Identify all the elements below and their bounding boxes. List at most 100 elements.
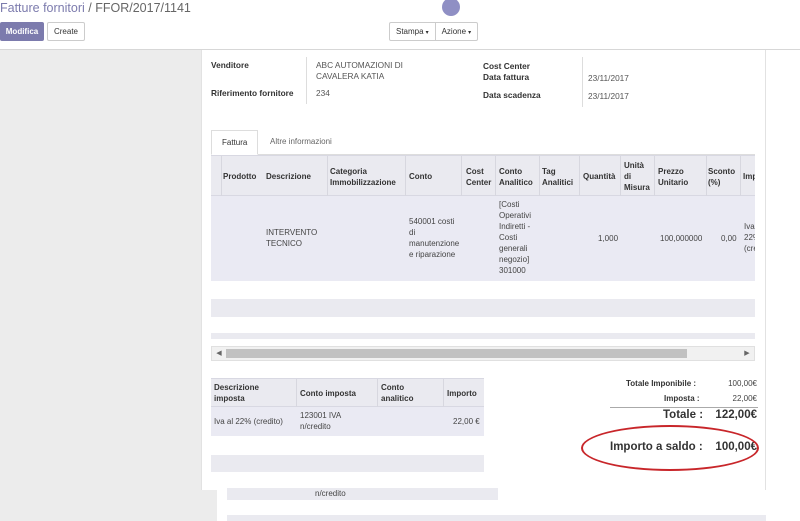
- breadcrumb-parent-link[interactable]: Fatture fornitori: [0, 1, 85, 15]
- scroll-left-arrow-icon[interactable]: ◀: [212, 347, 226, 360]
- column-header-uom-line1[interactable]: Unità: [624, 160, 644, 171]
- tax-cell-description: Iva al 22% (credito): [214, 417, 283, 426]
- invoice-date-label: Data fattura: [483, 72, 530, 82]
- column-header-cost-center-line2[interactable]: Center: [466, 177, 491, 188]
- breadcrumb: Fatture fornitori / FFOR/2017/1141: [0, 1, 191, 15]
- print-label: Stampa: [396, 27, 424, 36]
- tax-header-description-line1[interactable]: Descrizione: [214, 382, 259, 393]
- caret-down-icon: ▾: [425, 30, 429, 36]
- supplier-reference-value: 234: [316, 88, 330, 98]
- table-row-empty: [211, 299, 755, 317]
- tax-header-analytic-line2[interactable]: analitico: [381, 393, 413, 404]
- highlight-ellipse: [581, 425, 759, 471]
- create-button[interactable]: Create: [47, 22, 85, 41]
- totals-divider: [610, 407, 758, 408]
- horizontal-scrollbar[interactable]: ◀ ▶: [211, 346, 755, 361]
- column-divider: [327, 156, 328, 197]
- tax-cell-account-line2: n/credito: [300, 422, 331, 431]
- tax-header-account[interactable]: Conto imposta: [300, 388, 356, 399]
- cell-analytic-line7: 301000: [499, 266, 526, 275]
- print-dropdown-button[interactable]: Stampa ▾: [390, 23, 435, 40]
- cell-account-line3: manutenzione: [409, 239, 460, 248]
- column-header-discount-line2[interactable]: (%): [708, 177, 720, 188]
- breadcrumb-separator: /: [88, 1, 92, 15]
- tax-lines-table: Descrizione imposta Conto imposta Conto …: [211, 378, 484, 488]
- invoice-lines-table: Prodotto Descrizione Categoria Immobiliz…: [211, 155, 755, 345]
- cell-quantity: 1,000: [598, 234, 619, 243]
- column-header-discount-line1[interactable]: Sconto: [708, 166, 735, 177]
- cell-account-line4: e riparazione: [409, 250, 456, 259]
- table-row-empty: [211, 333, 755, 339]
- table-row-fragment: [227, 515, 766, 521]
- column-header-cost-center-line1[interactable]: Cost: [466, 166, 484, 177]
- due-date-value: 23/11/2017: [588, 91, 629, 101]
- column-header-analytic-line2[interactable]: Analitico: [499, 177, 533, 188]
- tab-fattura[interactable]: Fattura: [211, 130, 259, 155]
- cell-description-line1: INTERVENTO: [266, 228, 318, 237]
- tax-header-amount[interactable]: Importo: [447, 388, 477, 399]
- column-header-price-line1[interactable]: Prezzo: [658, 166, 684, 177]
- scroll-right-arrow-icon[interactable]: ▶: [740, 347, 754, 360]
- notebook-tabs: Fattura Altre informazioni: [211, 130, 755, 155]
- tax-header-description-line2[interactable]: imposta: [214, 393, 245, 404]
- table-row-empty: [211, 455, 484, 472]
- column-header-category-line1[interactable]: Categoria: [330, 166, 367, 177]
- edit-button[interactable]: Modifica: [0, 22, 44, 41]
- column-header-account[interactable]: Conto: [409, 171, 432, 182]
- table-row[interactable]: INTERVENTO TECNICO 540001 costi di manut…: [211, 196, 755, 281]
- cost-center-label: Cost Center: [483, 61, 531, 71]
- cell-discount: 0,00: [721, 234, 737, 243]
- column-header-category-line2[interactable]: Immobilizzazione: [330, 177, 396, 188]
- cell-account-line1: 540001 costi: [409, 217, 455, 226]
- tax-total-label: Imposta :: [664, 394, 700, 403]
- field-divider: [306, 57, 307, 104]
- action-button-group: Stampa ▾ Azione ▾: [389, 22, 479, 41]
- column-divider: [443, 379, 444, 408]
- cell-unit-price: 100,000000: [660, 234, 703, 243]
- cell-analytic-line6: negozio]: [499, 255, 530, 264]
- cell-taxes-line2: 22%: [744, 233, 755, 242]
- invoice-date-value: 23/11/2017: [588, 73, 629, 83]
- tax-total-value: 22,00€: [732, 394, 757, 403]
- tax-header-analytic-line1[interactable]: Conto: [381, 382, 404, 393]
- column-header-description[interactable]: Descrizione: [266, 171, 311, 182]
- column-header-tags-line1[interactable]: Tag: [542, 166, 556, 177]
- column-divider: [296, 379, 297, 408]
- column-header-product[interactable]: Prodotto: [223, 171, 256, 182]
- table-row-fragment: [227, 488, 498, 500]
- due-date-label: Data scadenza: [483, 90, 541, 100]
- cell-taxes-line3: (cre: [744, 244, 755, 253]
- column-divider: [495, 156, 496, 197]
- column-header-tags-line2[interactable]: Analitici: [542, 177, 573, 188]
- column-divider: [221, 156, 222, 197]
- column-header-quantity[interactable]: Quantità: [583, 171, 615, 182]
- column-divider: [706, 156, 707, 197]
- cell-analytic-line5: generali: [499, 244, 528, 253]
- column-header-analytic-line1[interactable]: Conto: [499, 166, 522, 177]
- vendor-value-line2[interactable]: CAVALERA KATIA: [316, 71, 384, 81]
- supplier-reference-label: Riferimento fornitore: [211, 88, 294, 98]
- column-header-price-line2[interactable]: Unitario: [658, 177, 688, 188]
- scrollbar-thumb[interactable]: [226, 349, 687, 358]
- tax-cell-account-line1: 123001 IVA: [300, 411, 342, 420]
- cell-description-line2: TECNICO: [266, 239, 302, 248]
- vendor-value-line1[interactable]: ABC AUTOMAZIONI DI: [316, 60, 403, 70]
- untaxed-total-label: Totale Imponibile :: [626, 379, 697, 388]
- column-header-taxes[interactable]: Imp: [743, 171, 755, 182]
- column-divider: [740, 156, 741, 197]
- column-header-uom-line2[interactable]: di: [624, 171, 631, 182]
- table-row[interactable]: Iva al 22% (credito) 123001 IVA n/credit…: [211, 407, 484, 436]
- column-divider: [377, 379, 378, 408]
- untaxed-total-value: 100,00€: [728, 379, 757, 388]
- column-divider: [620, 156, 621, 197]
- breadcrumb-current: FFOR/2017/1141: [95, 1, 191, 15]
- tab-altre-informazioni[interactable]: Altre informazioni: [260, 130, 342, 155]
- action-dropdown-button[interactable]: Azione ▾: [434, 23, 477, 40]
- column-divider: [405, 156, 406, 197]
- column-header-uom-line3[interactable]: Misura: [624, 182, 650, 193]
- column-divider: [539, 156, 540, 197]
- cell-analytic-line2: Operativi: [499, 211, 532, 220]
- column-divider: [579, 156, 580, 197]
- cell-analytic-line3: Indiretti -: [499, 222, 531, 231]
- cell-analytic-line1: [Costi: [499, 200, 520, 209]
